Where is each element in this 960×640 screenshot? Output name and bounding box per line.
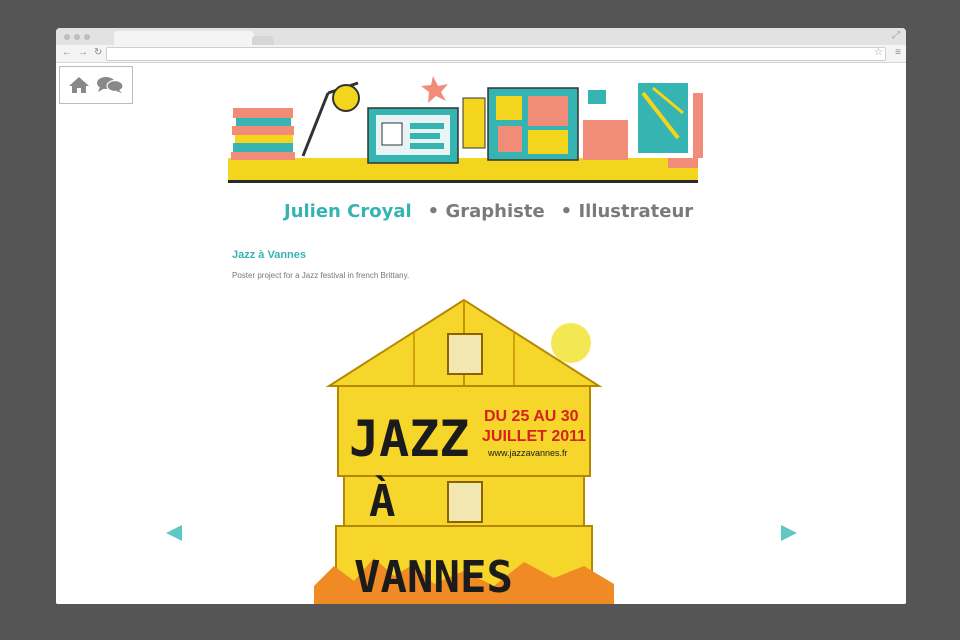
project-description: Poster project for a Jazz festival in fr… xyxy=(232,271,410,280)
poster-dates-line1: DU 25 AU 30 xyxy=(484,408,579,425)
minimize-window-button[interactable] xyxy=(74,34,80,40)
role-illustrateur[interactable]: • Illustrateur xyxy=(561,201,694,222)
site-header: Julien Croyal • Graphiste • Illustrateur xyxy=(284,201,693,222)
home-icon[interactable] xyxy=(68,76,90,94)
poster-dates-line2: JUILLET 2011 xyxy=(482,428,586,445)
comments-icon[interactable] xyxy=(96,76,124,94)
poster-title-line3: VANNES xyxy=(354,552,513,603)
poster-url: www.jazzavannes.fr xyxy=(487,448,568,458)
browser-window: ⤢ ← → ↻ ☆ ≡ Julien Croyal • Graphiste • … xyxy=(56,28,906,604)
arrow-left-icon[interactable] xyxy=(166,525,182,541)
browser-tab[interactable] xyxy=(114,31,254,45)
maximize-window-button[interactable] xyxy=(84,34,90,40)
bookmark-star-icon[interactable]: ☆ xyxy=(874,47,883,58)
role-graphiste-label: Graphiste xyxy=(445,201,545,222)
address-bar[interactable]: ☆ xyxy=(106,47,886,61)
poster-title-line2: À xyxy=(369,474,396,527)
role-illustrateur-label: Illustrateur xyxy=(578,201,694,222)
menu-icon[interactable]: ≡ xyxy=(895,47,901,59)
fullscreen-icon[interactable]: ⤢ xyxy=(892,31,900,41)
poster-title-line1: JAZZ xyxy=(349,410,469,468)
arrow-right-icon[interactable] xyxy=(781,525,797,541)
back-icon[interactable]: ← xyxy=(62,47,72,59)
header-illustration xyxy=(228,76,703,183)
close-window-button[interactable] xyxy=(64,34,70,40)
poster-image: JAZZ À VANNES DU 25 AU 30 JUILLET 2011 w… xyxy=(314,298,614,604)
reload-icon[interactable]: ↻ xyxy=(94,47,102,59)
tab-bar: ⤢ xyxy=(56,28,906,45)
separator-bullet: • xyxy=(560,201,573,222)
separator-bullet: • xyxy=(427,201,440,222)
project-title: Jazz à Vannes xyxy=(232,249,306,261)
icon-nav xyxy=(59,66,133,104)
window-controls xyxy=(64,34,90,40)
brand-name[interactable]: Julien Croyal xyxy=(284,201,412,222)
forward-icon[interactable]: → xyxy=(78,47,88,59)
browser-toolbar: ← → ↻ ☆ ≡ xyxy=(56,45,906,63)
role-graphiste[interactable]: • Graphiste xyxy=(428,201,545,222)
page-content: Julien Croyal • Graphiste • Illustrateur… xyxy=(56,63,906,604)
nav-buttons: ← → ↻ xyxy=(62,47,102,59)
new-tab-button[interactable] xyxy=(252,36,274,45)
